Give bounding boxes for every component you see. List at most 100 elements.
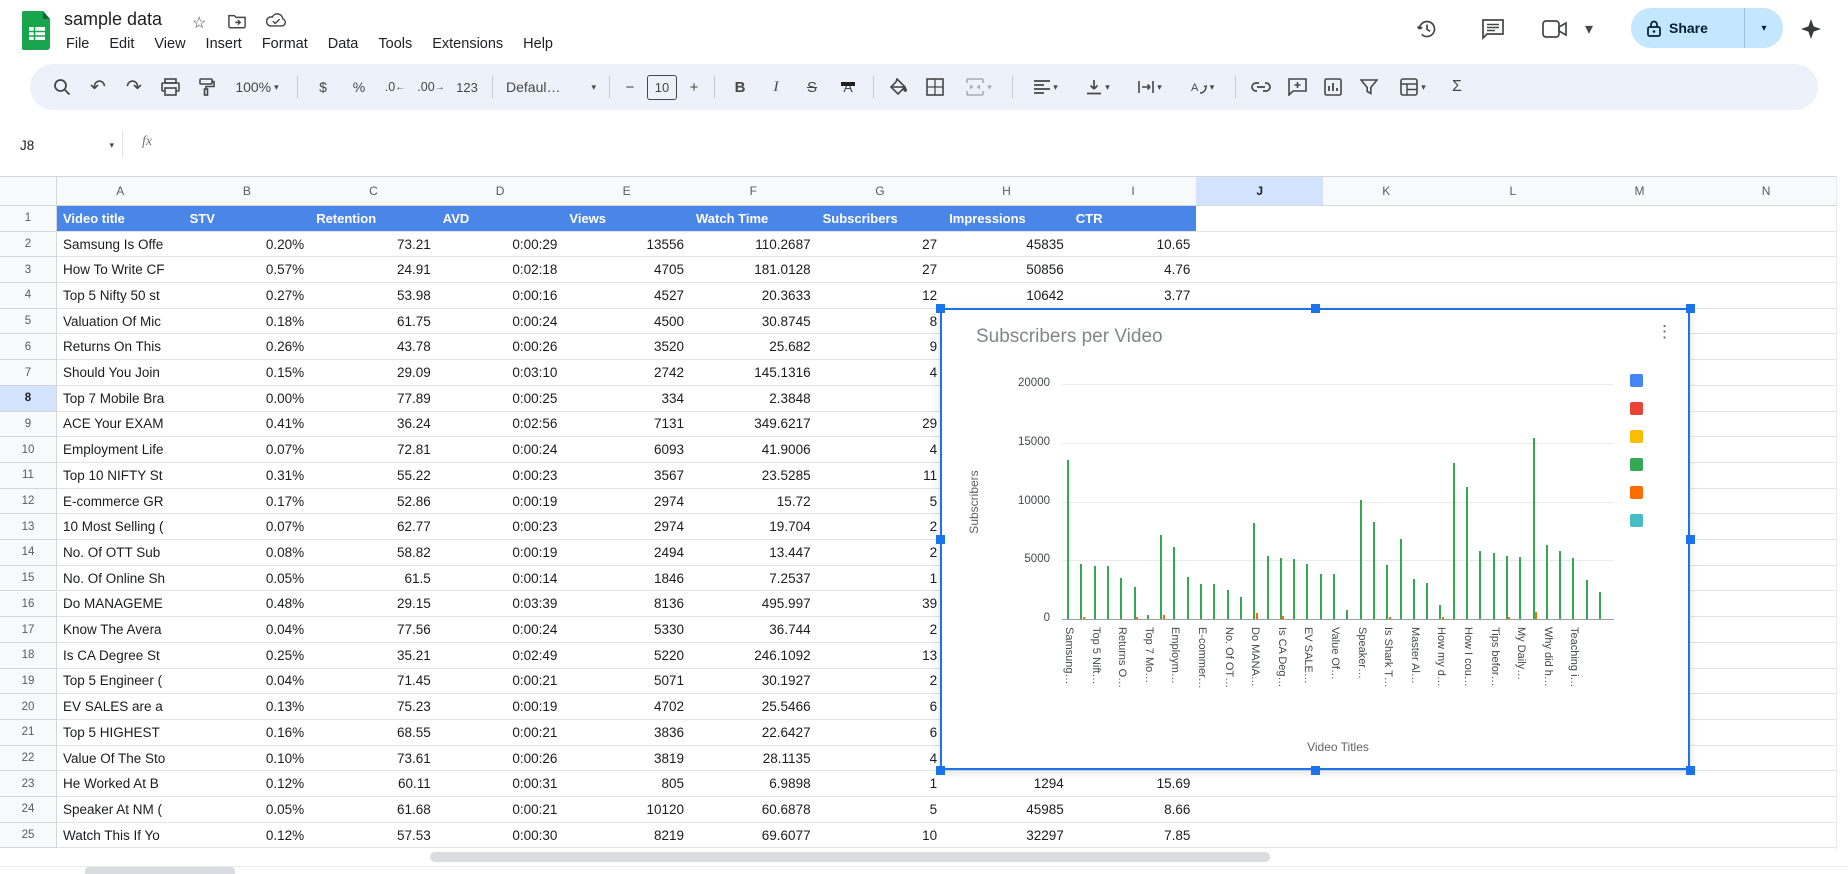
cell-G20[interactable]: 6 — [817, 694, 945, 720]
cell-N11[interactable] — [1703, 463, 1831, 489]
cell-G5[interactable]: 8 — [817, 309, 945, 335]
cell-L1[interactable] — [1450, 206, 1578, 232]
cell-N12[interactable] — [1703, 489, 1831, 515]
sheets-logo-icon[interactable] — [22, 11, 52, 51]
cell-F25[interactable]: 69.6077 — [690, 823, 818, 849]
cell-D10[interactable]: 0:00:24 — [437, 437, 565, 463]
cell-C3[interactable]: 24.91 — [310, 257, 438, 283]
cell-D23[interactable]: 0:00:31 — [437, 771, 565, 797]
cell-K3[interactable] — [1323, 257, 1451, 283]
row-header-12[interactable]: 12 — [0, 489, 57, 515]
cell-K2[interactable] — [1323, 232, 1451, 258]
cell-D2[interactable]: 0:00:29 — [437, 232, 565, 258]
cell-K1[interactable] — [1323, 206, 1451, 232]
cell-E13[interactable]: 2974 — [563, 514, 691, 540]
column-header-N[interactable]: N — [1703, 176, 1831, 206]
cell-N20[interactable] — [1703, 694, 1831, 720]
column-header-D[interactable]: D — [437, 176, 565, 206]
chart-resize-handle[interactable] — [1686, 535, 1695, 544]
cell-header-H1[interactable]: Impressions — [943, 206, 1071, 232]
cell-L25[interactable] — [1450, 823, 1578, 849]
cell-H3[interactable]: 50856 — [943, 257, 1071, 283]
cloud-saved-icon[interactable] — [266, 13, 286, 28]
cell-E25[interactable]: 8219 — [563, 823, 691, 849]
chart-resize-handle[interactable] — [1686, 304, 1695, 313]
chart-resize-handle[interactable] — [1686, 766, 1695, 775]
cell-A15[interactable]: No. Of Online Sh — [57, 566, 185, 592]
cell-N1[interactable] — [1703, 206, 1831, 232]
cell-D8[interactable]: 0:00:25 — [437, 386, 565, 412]
cell-C18[interactable]: 35.21 — [310, 643, 438, 669]
menu-tools[interactable]: Tools — [368, 33, 422, 55]
formula-input[interactable] — [170, 126, 1770, 162]
cell-F17[interactable]: 36.744 — [690, 617, 818, 643]
cell-F14[interactable]: 13.447 — [690, 540, 818, 566]
cell-D12[interactable]: 0:00:19 — [437, 489, 565, 515]
version-history-icon[interactable] — [1412, 14, 1442, 44]
column-header-G[interactable]: G — [817, 176, 945, 206]
column-header-L[interactable]: L — [1450, 176, 1578, 206]
cell-H24[interactable]: 45985 — [943, 797, 1071, 823]
cell-C8[interactable]: 77.89 — [310, 386, 438, 412]
horizontal-scrollbar-thumb[interactable] — [430, 852, 1270, 862]
cell-A7[interactable]: Should You Join — [57, 360, 185, 386]
cell-C14[interactable]: 58.82 — [310, 540, 438, 566]
cell-F18[interactable]: 246.1092 — [690, 643, 818, 669]
column-header-E[interactable]: E — [563, 176, 691, 206]
cell-L23[interactable] — [1450, 771, 1578, 797]
cell-D14[interactable]: 0:00:19 — [437, 540, 565, 566]
cell-N22[interactable] — [1703, 746, 1831, 772]
cell-F20[interactable]: 25.5466 — [690, 694, 818, 720]
cell-D4[interactable]: 0:00:16 — [437, 283, 565, 309]
decrease-decimal-icon[interactable]: .0← — [377, 71, 413, 103]
cell-H23[interactable]: 1294 — [943, 771, 1071, 797]
cell-A6[interactable]: Returns On This — [57, 335, 185, 361]
cell-E14[interactable]: 2494 — [563, 540, 691, 566]
cell-C6[interactable]: 43.78 — [310, 335, 438, 361]
cell-E24[interactable]: 10120 — [563, 797, 691, 823]
cell-I3[interactable]: 4.76 — [1070, 257, 1198, 283]
grid-corner[interactable] — [0, 176, 57, 206]
cell-A17[interactable]: Know The Avera — [57, 617, 185, 643]
insert-comment-icon[interactable] — [1279, 71, 1315, 103]
cell-J25[interactable] — [1196, 823, 1324, 849]
cell-M24[interactable] — [1576, 797, 1704, 823]
row-header-14[interactable]: 14 — [0, 540, 57, 566]
cell-D25[interactable]: 0:00:30 — [437, 823, 565, 849]
cell-F5[interactable]: 30.8745 — [690, 309, 818, 335]
cell-D3[interactable]: 0:02:18 — [437, 257, 565, 283]
cell-M2[interactable] — [1576, 232, 1704, 258]
cell-A14[interactable]: No. Of OTT Sub — [57, 540, 185, 566]
cell-F23[interactable]: 6.9898 — [690, 771, 818, 797]
cell-A20[interactable]: EV SALES are a — [57, 694, 185, 720]
cell-A11[interactable]: Top 10 NIFTY St — [57, 463, 185, 489]
cell-A18[interactable]: Is CA Degree St — [57, 643, 185, 669]
cell-A8[interactable]: Top 7 Mobile Bra — [57, 386, 185, 412]
cell-F22[interactable]: 28.1135 — [690, 746, 818, 772]
row-header-10[interactable]: 10 — [0, 437, 57, 463]
font-size-input[interactable]: 10 — [647, 75, 677, 100]
search-icon[interactable] — [44, 71, 80, 103]
cell-L24[interactable] — [1450, 797, 1578, 823]
cell-B20[interactable]: 0.13% — [184, 694, 312, 720]
cell-N17[interactable] — [1703, 617, 1831, 643]
cell-C12[interactable]: 52.86 — [310, 489, 438, 515]
cell-C19[interactable]: 71.45 — [310, 669, 438, 695]
name-box-dropdown-icon[interactable]: ▾ — [109, 140, 114, 151]
cell-B14[interactable]: 0.08% — [184, 540, 312, 566]
cell-C4[interactable]: 53.98 — [310, 283, 438, 309]
cell-E19[interactable]: 5071 — [563, 669, 691, 695]
insert-link-icon[interactable] — [1243, 71, 1279, 103]
cell-L2[interactable] — [1450, 232, 1578, 258]
cell-C10[interactable]: 72.81 — [310, 437, 438, 463]
cell-B10[interactable]: 0.07% — [184, 437, 312, 463]
cell-K23[interactable] — [1323, 771, 1451, 797]
column-header-K[interactable]: K — [1323, 176, 1451, 206]
cell-D6[interactable]: 0:00:26 — [437, 335, 565, 361]
cell-G9[interactable]: 29 — [817, 412, 945, 438]
cell-G12[interactable]: 5 — [817, 489, 945, 515]
paint-format-icon[interactable] — [188, 71, 224, 103]
insert-chart-icon[interactable] — [1315, 71, 1351, 103]
cell-B12[interactable]: 0.17% — [184, 489, 312, 515]
comment-history-icon[interactable] — [1478, 14, 1508, 44]
